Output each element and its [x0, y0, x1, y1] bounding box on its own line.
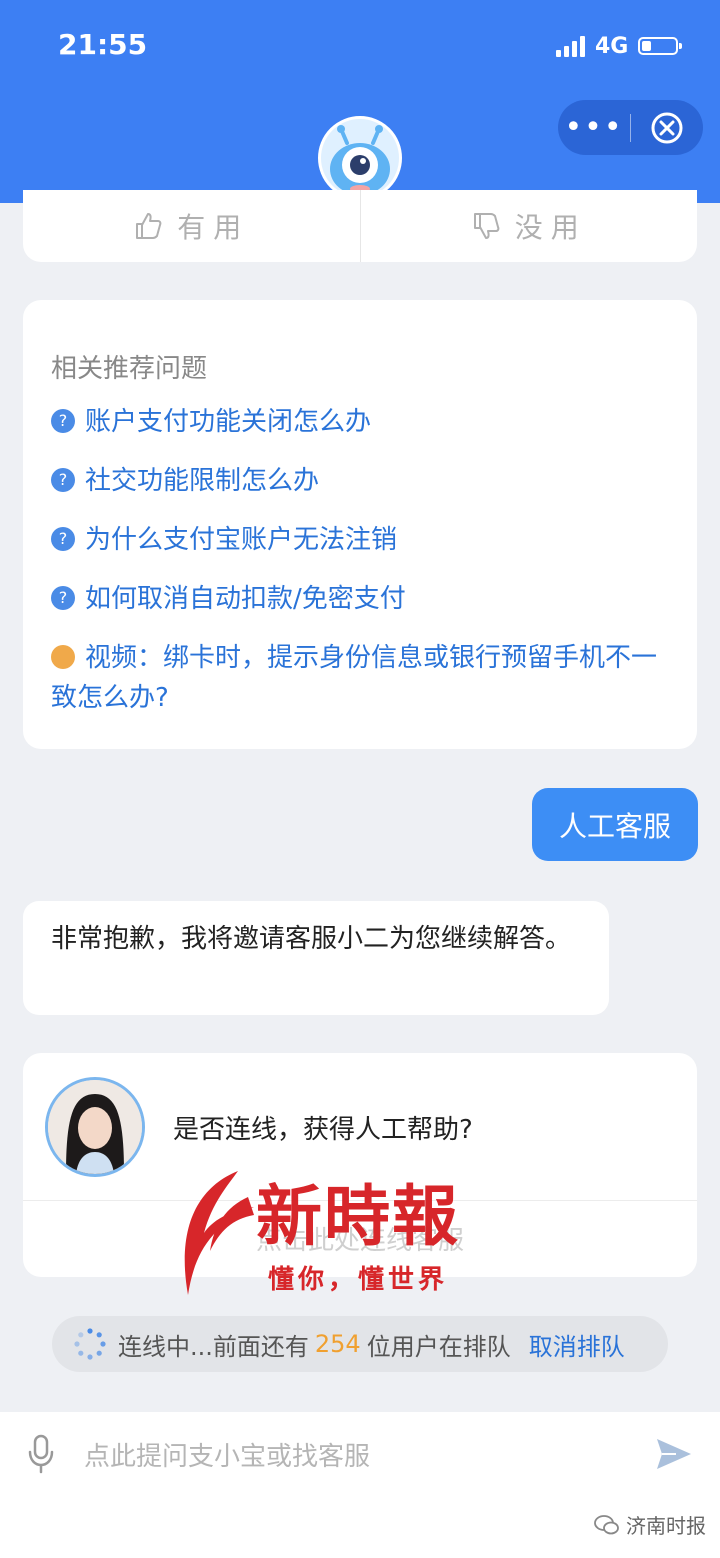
- thumbs-up-icon: [136, 213, 162, 239]
- loading-spinner-icon: [74, 1328, 106, 1360]
- video-doc-icon: [51, 644, 75, 669]
- feedback-bar: 有用 没用: [23, 190, 697, 262]
- mini-program-capsule: •••: [558, 100, 703, 155]
- question-icon: ?: [51, 408, 75, 433]
- assistant-mascot-avatar: [318, 116, 402, 200]
- bot-message-text: 非常抱歉，我将邀请客服小二为您继续解答。: [51, 924, 572, 954]
- status-indicators: 4G: [556, 32, 683, 60]
- recommended-question-item[interactable]: ? 社交功能限制怎么办: [51, 461, 681, 501]
- queue-prefix: 连线中...前面还有: [118, 1332, 309, 1361]
- question-icon: ?: [51, 585, 75, 610]
- user-message-bubble: 人工客服: [532, 788, 698, 861]
- watermark-title: 新時報: [256, 1177, 460, 1255]
- useful-label: 有用: [177, 211, 250, 244]
- agent-avatar: [45, 1077, 145, 1177]
- battery-icon: [638, 37, 683, 55]
- close-icon[interactable]: [631, 111, 703, 145]
- app-header: 21:55 4G •••: [0, 0, 720, 203]
- recommended-questions-title: 相关推荐问题: [51, 354, 208, 384]
- status-time: 21:55: [58, 28, 148, 61]
- handoff-question: 是否连线，获得人工帮助?: [173, 1115, 473, 1145]
- send-icon[interactable]: [654, 1434, 694, 1474]
- message-input[interactable]: 点此提问支小宝或找客服: [84, 1436, 370, 1473]
- question-icon: ?: [51, 467, 75, 492]
- recommended-video-item[interactable]: 视频：绑卡时，提示身份信息或银行预留手机不一致怎么办?: [51, 638, 681, 718]
- cancel-queue-button[interactable]: 取消排队: [529, 1327, 625, 1362]
- more-icon[interactable]: •••: [558, 112, 630, 143]
- source-label-text: 济南时报: [626, 1514, 706, 1538]
- source-label: 济南时报: [594, 1510, 706, 1539]
- network-type: 4G: [595, 33, 629, 59]
- useless-button[interactable]: 没用: [361, 190, 698, 262]
- queue-status-bar: 连线中...前面还有 254 位用户在排队 取消排队: [52, 1316, 668, 1372]
- recommended-questions-card: 相关推荐问题 ? 账户支付功能关闭怎么办 ? 社交功能限制怎么办 ? 为什么支付宝账户…: [23, 300, 697, 749]
- recommended-question-item[interactable]: ? 为什么支付宝账户无法注销: [51, 520, 681, 560]
- microphone-icon[interactable]: [26, 1434, 56, 1474]
- newspaper-logo-watermark: 新時報 懂你，懂世界: [168, 1163, 548, 1303]
- useful-button[interactable]: 有用: [23, 190, 360, 262]
- signal-icon: [556, 35, 585, 57]
- queue-count: 254: [314, 1330, 361, 1358]
- queue-suffix: 位用户在排队: [366, 1332, 511, 1361]
- question-icon: ?: [51, 526, 75, 551]
- recommended-question-item[interactable]: ? 如何取消自动扣款/免密支付: [51, 579, 681, 619]
- useless-label: 没用: [514, 211, 587, 244]
- thumbs-down-icon: [473, 213, 500, 239]
- bot-message-bubble: 非常抱歉，我将邀请客服小二为您继续解答。: [23, 901, 609, 1015]
- watermark-subtitle: 懂你，懂世界: [268, 1265, 449, 1295]
- recommended-question-item[interactable]: ? 账户支付功能关闭怎么办: [51, 402, 681, 442]
- wechat-icon: [594, 1514, 619, 1534]
